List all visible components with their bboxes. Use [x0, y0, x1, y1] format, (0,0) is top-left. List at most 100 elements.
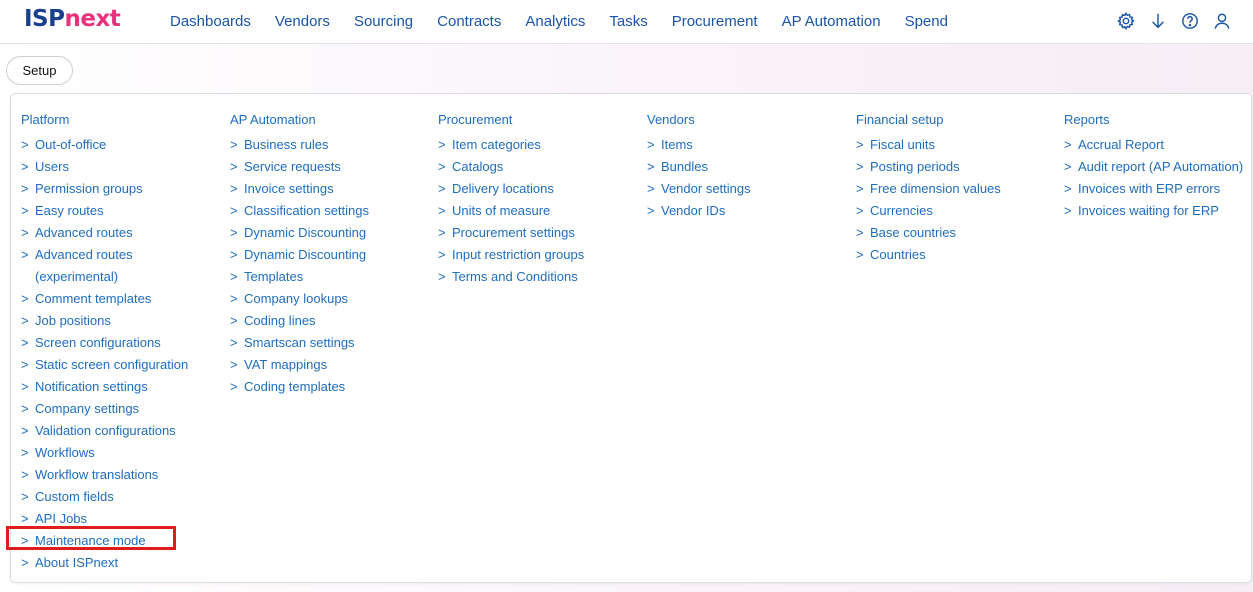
menu-link-countries[interactable]: > Countries — [856, 244, 1046, 266]
menu-link-about-ispnext[interactable]: > About ISPnext — [21, 552, 211, 574]
chevron-right-icon: > — [438, 225, 446, 240]
menu-link-coding-lines[interactable]: > Coding lines — [230, 310, 420, 332]
menu-link-accrual-report[interactable]: > Accrual Report — [1064, 134, 1253, 156]
download-arrow-icon[interactable] — [1149, 11, 1167, 31]
menu-link-permission-groups[interactable]: > Permission groups — [21, 178, 211, 200]
menu-link-label: Job positions — [35, 313, 111, 328]
chevron-right-icon: > — [21, 313, 29, 328]
menu-link-catalogs[interactable]: > Catalogs — [438, 156, 628, 178]
menu-link-label: Coding templates — [244, 379, 346, 394]
menu-link-label: Free dimension values — [870, 181, 1001, 196]
menu-link-workflow-translations[interactable]: > Workflow translations — [21, 464, 211, 486]
menu-link-screen-configurations[interactable]: > Screen configurations — [21, 332, 211, 354]
chevron-right-icon: > — [438, 269, 446, 284]
chevron-right-icon: > — [21, 291, 29, 306]
menu-link-audit-report-ap-automation[interactable]: > Audit report (AP Automation) — [1064, 156, 1253, 178]
nav-contracts[interactable]: Contracts — [437, 13, 501, 30]
menu-link-label: Audit report (AP Automation) — [1078, 159, 1244, 174]
menu-link-vat-mappings[interactable]: > VAT mappings — [230, 354, 420, 376]
menu-link-currencies[interactable]: > Currencies — [856, 200, 1046, 222]
menu-link-items[interactable]: > Items — [647, 134, 837, 156]
menu-link-static-screen-configuration[interactable]: > Static screen configuration — [21, 354, 211, 376]
menu-link-dynamic-discounting[interactable]: > Dynamic Discounting — [230, 244, 420, 266]
menu-link-invoice-settings[interactable]: > Invoice settings — [230, 178, 420, 200]
menu-link-label: Base countries — [870, 225, 956, 240]
menu-link-notification-settings[interactable]: > Notification settings — [21, 376, 211, 398]
menu-link-invoices-waiting-for-erp[interactable]: > Invoices waiting for ERP — [1064, 200, 1253, 222]
menu-link-label: Templates — [244, 269, 304, 284]
menu-link-custom-fields[interactable]: > Custom fields — [21, 486, 211, 508]
nav-analytics[interactable]: Analytics — [525, 13, 585, 30]
menu-link-workflows[interactable]: > Workflows — [21, 442, 211, 464]
menu-link-label: Bundles — [661, 159, 708, 174]
nav-spend[interactable]: Spend — [905, 13, 948, 30]
nav-ap-automation[interactable]: AP Automation — [782, 13, 881, 30]
menu-link-label: Workflows — [35, 445, 95, 460]
menu-link-free-dimension-values[interactable]: > Free dimension values — [856, 178, 1046, 200]
menu-link-vendor-settings[interactable]: > Vendor settings — [647, 178, 837, 200]
menu-link-templates[interactable]: > Templates — [230, 266, 420, 288]
menu-link-label: Countries — [870, 247, 926, 262]
chevron-right-icon: > — [230, 291, 238, 306]
ispnext-logo[interactable]: ISPnext — [24, 6, 121, 32]
menu-link-label: Currencies — [870, 203, 933, 218]
nav-vendors[interactable]: Vendors — [275, 13, 330, 30]
menu-link-users[interactable]: > Users — [21, 156, 211, 178]
nav-dashboards[interactable]: Dashboards — [170, 13, 251, 30]
chevron-right-icon: > — [856, 225, 864, 240]
menu-link-api-jobs[interactable]: > API Jobs — [21, 508, 211, 530]
menu-link-advanced-routes-experimental[interactable]: > Advanced routes (experimental) — [21, 244, 211, 288]
menu-column-procurement: Procurement > Item categories > Catalogs > Del… — [438, 112, 628, 288]
menu-link-input-restriction-groups[interactable]: > Input restriction groups — [438, 244, 628, 266]
menu-link-company-settings[interactable]: > Company settings — [21, 398, 211, 420]
menu-link-label: Company settings — [35, 401, 140, 416]
nav-procurement[interactable]: Procurement — [672, 13, 758, 30]
help-icon[interactable] — [1181, 11, 1199, 31]
menu-link-vendor-ids[interactable]: > Vendor IDs — [647, 200, 837, 222]
menu-link-delivery-locations[interactable]: > Delivery locations — [438, 178, 628, 200]
menu-link-out-of-office[interactable]: > Out-of-office — [21, 134, 211, 156]
chevron-right-icon: > — [438, 203, 446, 218]
chevron-right-icon: > — [230, 379, 238, 394]
menu-link-comment-templates[interactable]: > Comment templates — [21, 288, 211, 310]
menu-link-label: Maintenance mode — [35, 533, 146, 548]
menu-link-label: Catalogs — [452, 159, 504, 174]
chevron-right-icon: > — [230, 269, 238, 284]
tab-setup[interactable]: Setup — [6, 56, 73, 85]
chevron-right-icon: > — [647, 203, 655, 218]
menu-link-maintenance-mode[interactable]: > Maintenance mode — [21, 530, 211, 552]
menu-link-business-rules[interactable]: > Business rules — [230, 134, 420, 156]
menu-link-advanced-routes[interactable]: > Advanced routes — [21, 222, 211, 244]
menu-link-invoices-with-erp-errors[interactable]: > Invoices with ERP errors — [1064, 178, 1253, 200]
menu-link-classification-settings[interactable]: > Classification settings — [230, 200, 420, 222]
menu-link-label: Items — [661, 137, 693, 152]
user-icon[interactable] — [1213, 11, 1231, 31]
menu-link-smartscan-settings[interactable]: > Smartscan settings — [230, 332, 420, 354]
menu-link-validation-configurations[interactable]: > Validation configurations — [21, 420, 211, 442]
menu-link-fiscal-units[interactable]: > Fiscal units — [856, 134, 1046, 156]
menu-link-job-positions[interactable]: > Job positions — [21, 310, 211, 332]
menu-link-procurement-settings[interactable]: > Procurement settings — [438, 222, 628, 244]
menu-link-item-categories[interactable]: > Item categories — [438, 134, 628, 156]
menu-link-label: Accrual Report — [1078, 137, 1164, 152]
menu-link-posting-periods[interactable]: > Posting periods — [856, 156, 1046, 178]
column-title: Financial setup — [856, 112, 944, 127]
menu-link-label: Item categories — [452, 137, 541, 152]
menu-link-terms-and-conditions[interactable]: > Terms and Conditions — [438, 266, 628, 288]
menu-link-company-lookups[interactable]: > Company lookups — [230, 288, 420, 310]
nav-sourcing[interactable]: Sourcing — [354, 13, 413, 30]
chevron-right-icon: > — [21, 401, 29, 416]
nav-tasks[interactable]: Tasks — [609, 13, 647, 30]
menu-link-units-of-measure[interactable]: > Units of measure — [438, 200, 628, 222]
menu-link-bundles[interactable]: > Bundles — [647, 156, 837, 178]
menu-link-service-requests[interactable]: > Service requests — [230, 156, 420, 178]
menu-link-coding-templates[interactable]: > Coding templates — [230, 376, 420, 398]
gear-icon[interactable] — [1117, 11, 1135, 31]
menu-link-label: Input restriction groups — [452, 247, 585, 262]
menu-link-dynamic-discounting[interactable]: > Dynamic Discounting — [230, 222, 420, 244]
chevron-right-icon: > — [230, 137, 238, 152]
menu-link-label: Procurement settings — [452, 225, 575, 240]
menu-link-label: Business rules — [244, 137, 329, 152]
menu-link-base-countries[interactable]: > Base countries — [856, 222, 1046, 244]
menu-link-easy-routes[interactable]: > Easy routes — [21, 200, 211, 222]
